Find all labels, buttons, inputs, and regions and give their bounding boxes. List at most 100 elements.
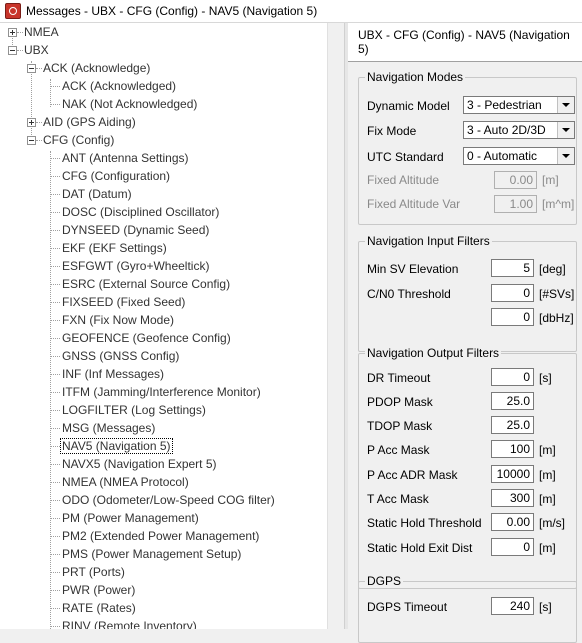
tree-branch-line [51, 212, 60, 213]
tree-node-label: RINV (Remote Inventory) [62, 619, 197, 629]
tree-node-cfg[interactable]: CFG (Config) [41, 131, 116, 149]
tree-node-cfg-configuration[interactable]: CFG (Configuration) [60, 167, 172, 185]
tdop-mask-field[interactable]: 25.0 [491, 416, 534, 434]
tree-node-ekf[interactable]: EKF (EKF Settings) [60, 239, 169, 257]
tree-node-pm2[interactable]: PM2 (Extended Power Management) [60, 527, 261, 545]
tree-node-msg[interactable]: MSG (Messages) [60, 419, 157, 437]
static-hold-threshold-field[interactable]: 0.00 [491, 513, 534, 531]
p-acc-mask-label: P Acc Mask [367, 443, 430, 457]
tree-node-gnss[interactable]: GNSS (GNSS Config) [60, 347, 181, 365]
tree-node-itfm[interactable]: ITFM (Jamming/Interference Monitor) [60, 383, 263, 401]
tree-node-esrc[interactable]: ESRC (External Source Config) [60, 275, 232, 293]
config-panel: UBX - CFG (Config) - NAV5 (Navigation 5)… [348, 23, 582, 643]
chevron-down-icon[interactable] [557, 148, 574, 164]
tree-branch-line [51, 284, 60, 285]
tree-node-dynseed[interactable]: DYNSEED (Dynamic Seed) [60, 221, 211, 239]
tree-node-esfgwt[interactable]: ESFGWT (Gyro+Wheeltick) [60, 257, 211, 275]
group-title: Navigation Input Filters [365, 234, 492, 248]
tree-branch-line [51, 230, 60, 231]
cno-threshold-count-field[interactable]: 0 [491, 284, 534, 302]
tree-scrollbar[interactable] [327, 23, 345, 629]
tree-node-dosc[interactable]: DOSC (Disciplined Oscillator) [60, 203, 221, 221]
utc-standard-value: 0 - Automatic [467, 149, 538, 163]
tree-node-nav5[interactable]: NAV5 (Navigation 5) [60, 437, 173, 455]
tree-node-pwr[interactable]: PWR (Power) [60, 581, 137, 599]
tree-node-nmea[interactable]: NMEA [22, 23, 61, 41]
tree-branch-line [51, 626, 60, 627]
output-filters-group: Navigation Output Filters DR Timeout 0 [… [358, 346, 577, 589]
tree-node-nak[interactable]: NAK (Not Acknowledged) [60, 95, 199, 113]
utc-standard-select[interactable]: 0 - Automatic [463, 147, 575, 165]
pdop-mask-field[interactable]: 25.0 [491, 392, 534, 410]
dynamic-model-select[interactable]: 3 - Pedestrian [463, 96, 575, 114]
collapse-icon[interactable] [27, 64, 36, 73]
tree-node-ubx[interactable]: UBX [22, 41, 51, 59]
group-title: Navigation Modes [365, 70, 466, 84]
t-acc-mask-unit: [m] [539, 492, 556, 506]
tree-node-label: PMS (Power Management Setup) [62, 547, 242, 561]
tree-node-inf[interactable]: INF (Inf Messages) [60, 365, 166, 383]
tree-node-navx5[interactable]: NAVX5 (Navigation Expert 5) [60, 455, 219, 473]
tree-node-dat[interactable]: DAT (Datum) [60, 185, 134, 203]
tree-branch-line [51, 320, 60, 321]
expand-icon[interactable] [8, 28, 17, 37]
panel-header: UBX - CFG (Config) - NAV5 (Navigation 5) [348, 23, 582, 62]
p-acc-mask-unit: [m] [539, 443, 556, 457]
tree-node-nmea-protocol[interactable]: NMEA (NMEA Protocol) [60, 473, 191, 491]
tree-node-ack[interactable]: ACK (Acknowledge) [41, 59, 152, 77]
fixed-altitude-var-unit: [m^m] [542, 197, 575, 211]
tree-node-logfilter[interactable]: LOGFILTER (Log Settings) [60, 401, 208, 419]
t-acc-mask-field[interactable]: 300 [491, 489, 534, 507]
chevron-down-icon[interactable] [557, 122, 574, 138]
tree-branch-line [51, 338, 60, 339]
p-acc-adr-mask-unit: [m] [539, 468, 556, 482]
tree-branch-line [51, 464, 60, 465]
tree-node-label: ACK (Acknowledged) [62, 79, 177, 93]
cno-threshold-dbhz-field[interactable]: 0 [491, 308, 534, 326]
tree-branch-line [51, 482, 60, 483]
tree-node-odo[interactable]: ODO (Odometer/Low-Speed COG filter) [60, 491, 277, 509]
tree-node-ack-acknowledged[interactable]: ACK (Acknowledged) [60, 77, 178, 95]
tree-node-label: NMEA (NMEA Protocol) [62, 475, 189, 489]
tree-node-ant[interactable]: ANT (Antenna Settings) [60, 149, 191, 167]
tree-node-pms[interactable]: PMS (Power Management Setup) [60, 545, 243, 563]
tree-node-rate[interactable]: RATE (Rates) [60, 599, 138, 617]
tree-node-aid[interactable]: AID (GPS Aiding) [41, 113, 138, 131]
fixed-altitude-field[interactable]: 0.00 [494, 171, 537, 189]
tree-node-label: ACK (Acknowledge) [43, 61, 151, 75]
tree-node-fixseed[interactable]: FIXSEED (Fixed Seed) [60, 293, 187, 311]
collapse-icon[interactable] [27, 136, 36, 145]
tree-node-fxn[interactable]: FXN (Fix Now Mode) [60, 311, 176, 329]
fix-mode-select[interactable]: 3 - Auto 2D/3D [463, 121, 575, 139]
tree-node-label: PRT (Ports) [62, 565, 125, 579]
tree-node-prt[interactable]: PRT (Ports) [60, 563, 127, 581]
window-title: Messages - UBX - CFG (Config) - NAV5 (Na… [26, 4, 318, 18]
utc-standard-label: UTC Standard [367, 150, 444, 164]
tree-node-geofence[interactable]: GEOFENCE (Geofence Config) [60, 329, 233, 347]
tree-node-label: NAV5 (Navigation 5) [60, 438, 173, 454]
expand-icon[interactable] [27, 118, 36, 127]
min-sv-elevation-label: Min SV Elevation [367, 262, 459, 276]
static-hold-exit-dist-field[interactable]: 0 [491, 538, 534, 556]
collapse-icon[interactable] [8, 46, 17, 55]
tree-branch-line [51, 572, 60, 573]
message-tree[interactable]: NMEA UBX ACK (Acknowledge) ACK (Acknowle… [0, 23, 327, 629]
tree-guide-line [31, 61, 32, 143]
chevron-down-icon[interactable] [557, 97, 574, 113]
p-acc-mask-field[interactable]: 100 [491, 440, 534, 458]
tree-branch-line [51, 194, 60, 195]
p-acc-adr-mask-field[interactable]: 10000 [491, 465, 534, 483]
static-hold-exit-dist-unit: [m] [539, 541, 556, 555]
min-sv-elevation-unit: [deg] [539, 262, 566, 276]
tree-node-pm[interactable]: PM (Power Management) [60, 509, 201, 527]
tree-branch-line [51, 392, 60, 393]
tree-node-label: FXN (Fix Now Mode) [62, 313, 175, 327]
tree-node-label: NAK (Not Acknowledged) [62, 97, 198, 111]
fixed-altitude-var-field[interactable]: 1.00 [494, 195, 537, 213]
dr-timeout-field[interactable]: 0 [491, 368, 534, 386]
static-hold-exit-dist-label: Static Hold Exit Dist [367, 541, 473, 555]
dynamic-model-label: Dynamic Model [367, 99, 450, 113]
tree-node-rinv[interactable]: RINV (Remote Inventory) [60, 617, 199, 629]
dgps-timeout-field[interactable]: 240 [491, 597, 534, 615]
min-sv-elevation-field[interactable]: 5 [491, 259, 534, 277]
